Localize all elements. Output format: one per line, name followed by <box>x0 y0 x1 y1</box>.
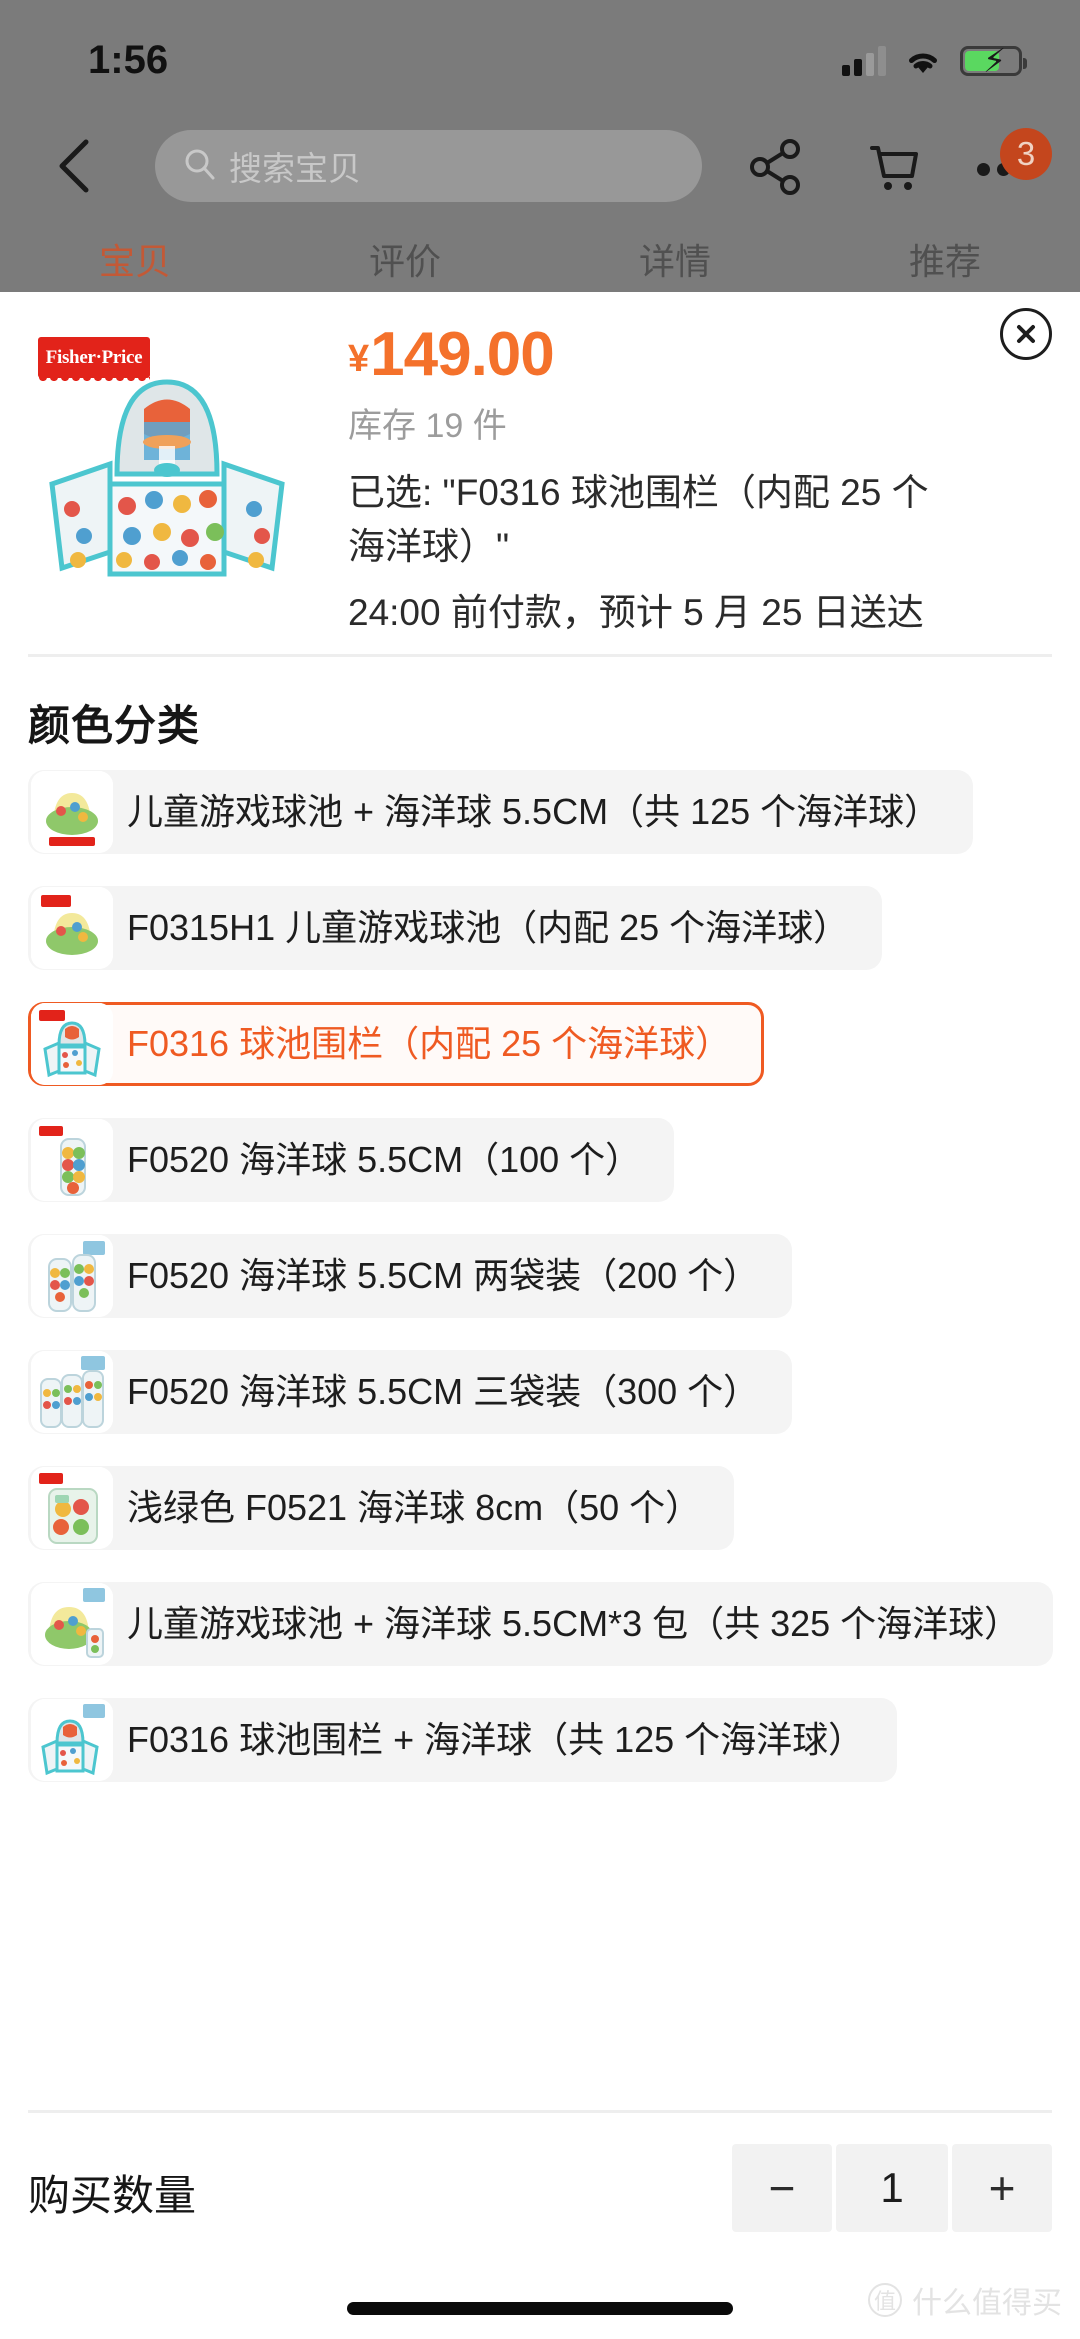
sku-option-5[interactable]: F0520 海洋球 5.5CM 三袋装（300 个） <box>28 1350 793 1434</box>
ballpit-green-thumb <box>31 771 113 853</box>
sku-option-label: F0316 球池围栏（内配 25 个海洋球） <box>127 1023 732 1064</box>
balls-three-bags-thumb <box>31 1351 113 1433</box>
quantity-value[interactable]: 1 <box>836 2144 948 2232</box>
sku-option-list: 儿童游戏球池 + 海洋球 5.5CM（共 125 个海洋球） F0315H1 儿… <box>0 770 1080 1814</box>
ballpit-green-box-thumb <box>31 887 113 969</box>
signal-bars-icon <box>842 46 886 76</box>
quantity-increment-button[interactable]: + <box>952 2144 1052 2232</box>
product-thumbnail[interactable]: Fisher·Price <box>22 324 312 614</box>
price-value: 149.00 <box>370 320 555 389</box>
option-row: F0520 海洋球 5.5CM 三袋装（300 个） <box>0 1350 1080 1466</box>
product-tab-bar: 宝贝 评价 详情 推荐 <box>0 232 1080 292</box>
sku-option-label: F0520 海洋球 5.5CM 两袋装（200 个） <box>127 1255 760 1296</box>
watermark: 值 什么值得买 <box>868 2278 1062 2322</box>
dimmed-background-page: 1:56 ⚡ 搜索宝贝 3 宝贝 评价 详情 推荐 <box>0 0 1080 292</box>
section-title-color: 颜色分类 <box>28 702 201 749</box>
search-icon <box>183 147 217 186</box>
status-bar-icons: ⚡ <box>842 44 1027 77</box>
sku-option-label: 儿童游戏球池 + 海洋球 5.5CM（共 125 个海洋球） <box>127 791 941 832</box>
option-row: F0520 海洋球 5.5CM 两袋装（200 个） <box>0 1234 1080 1350</box>
search-placeholder: 搜索宝贝 <box>229 150 361 187</box>
quantity-label: 购买数量 <box>28 2172 197 2219</box>
product-info: ¥149.00 库存 19 件 已选: "F0316 球池围栏（内配 25 个海… <box>348 320 958 638</box>
battery-charging-icon: ⚡ <box>960 44 1027 77</box>
sku-option-6[interactable]: 浅绿色 F0521 海洋球 8cm（50 个） <box>28 1466 735 1550</box>
product-header: Fisher·Price ¥149.00 库存 19 件 已选: "F0316 … <box>0 292 1080 652</box>
home-indicator <box>347 2302 733 2315</box>
sku-option-1[interactable]: F0315H1 儿童游戏球池（内配 25 个海洋球） <box>28 886 883 970</box>
selected-sku-text: 已选: "F0316 球池围栏（内配 25 个海洋球）" <box>348 472 929 567</box>
sku-option-label: F0520 海洋球 5.5CM（100 个） <box>127 1139 642 1180</box>
option-row: 儿童游戏球池 + 海洋球 5.5CM*3 包（共 325 个海洋球） <box>0 1582 1080 1698</box>
quantity-decrement-button[interactable]: − <box>732 2144 832 2232</box>
divider-bottom <box>28 2110 1052 2113</box>
status-bar: 1:56 ⚡ <box>0 0 1080 112</box>
currency-symbol: ¥ <box>348 338 369 380</box>
sku-option-2[interactable]: F0316 球池围栏（内配 25 个海洋球） <box>28 1002 765 1086</box>
cart-badge: 3 <box>1000 128 1052 180</box>
option-row: 儿童游戏球池 + 海洋球 5.5CM（共 125 个海洋球） <box>0 770 1080 886</box>
option-row: F0316 球池围栏（内配 25 个海洋球） <box>0 1002 1080 1118</box>
sku-option-3[interactable]: F0520 海洋球 5.5CM（100 个） <box>28 1118 675 1202</box>
tab-tuijian[interactable]: 推荐 <box>810 232 1080 292</box>
navigation-bar: 搜索宝贝 <box>0 112 1080 222</box>
sku-option-4[interactable]: F0520 海洋球 5.5CM 两袋装（200 个） <box>28 1234 793 1318</box>
sku-option-label: F0520 海洋球 5.5CM 三袋装（300 个） <box>127 1371 760 1412</box>
wifi-icon <box>903 46 943 76</box>
option-row: F0316 球池围栏 + 海洋球（共 125 个海洋球） <box>0 1698 1080 1814</box>
sku-option-label: F0316 球池围栏 + 海洋球（共 125 个海洋球） <box>127 1719 865 1760</box>
balls-green-bag-thumb <box>31 1467 113 1549</box>
brand-logo: Fisher·Price <box>38 337 150 383</box>
balls-two-bags-thumb <box>31 1235 113 1317</box>
phone-screen: 1:56 ⚡ 搜索宝贝 3 宝贝 评价 详情 推荐 Fisher·Price ¥… <box>0 0 1080 2339</box>
option-row: 浅绿色 F0521 海洋球 8cm（50 个） <box>0 1466 1080 1582</box>
sku-option-8[interactable]: F0316 球池围栏 + 海洋球（共 125 个海洋球） <box>28 1698 898 1782</box>
sku-option-7[interactable]: 儿童游戏球池 + 海洋球 5.5CM*3 包（共 325 个海洋球） <box>28 1582 1054 1666</box>
watermark-text: 什么值得买 <box>912 2287 1062 2320</box>
delivery-estimate: 24:00 前付款，预计 5 月 25 日送达 <box>348 592 924 633</box>
option-row: F0315H1 儿童游戏球池（内配 25 个海洋球） <box>0 886 1080 1002</box>
tab-pingjia[interactable]: 评价 <box>270 232 540 292</box>
balls-bag-thumb <box>31 1119 113 1201</box>
back-button[interactable] <box>48 134 104 198</box>
quantity-stepper: − 1 + <box>732 2144 1052 2232</box>
ballpit-blue-thumb <box>31 1003 113 1085</box>
divider-top <box>28 654 1052 657</box>
stock-count: 库存 19 件 <box>348 407 507 445</box>
sku-option-label: F0315H1 儿童游戏球池（内配 25 个海洋球） <box>127 907 850 948</box>
sku-option-label: 儿童游戏球池 + 海洋球 5.5CM*3 包（共 325 个海洋球） <box>127 1603 1021 1644</box>
watermark-badge-icon: 值 <box>868 2283 902 2317</box>
sku-selection-sheet: Fisher·Price ¥149.00 库存 19 件 已选: "F0316 … <box>0 292 1080 2339</box>
product-price: ¥149.00 <box>348 320 958 394</box>
cart-button[interactable] <box>862 136 924 198</box>
status-bar-time: 1:56 <box>88 38 169 82</box>
tab-xiangqing[interactable]: 详情 <box>540 232 810 292</box>
sku-option-0[interactable]: 儿童游戏球池 + 海洋球 5.5CM（共 125 个海洋球） <box>28 770 974 854</box>
share-button[interactable] <box>745 136 807 198</box>
tab-baobei[interactable]: 宝贝 <box>0 232 270 292</box>
ballpit-blue-combo-thumb <box>31 1699 113 1781</box>
sku-option-label: 浅绿色 F0521 海洋球 8cm（50 个） <box>127 1487 702 1528</box>
option-row: F0520 海洋球 5.5CM（100 个） <box>0 1118 1080 1234</box>
ballpit-green-3pack-thumb <box>31 1583 113 1665</box>
search-input[interactable]: 搜索宝贝 <box>155 130 702 202</box>
